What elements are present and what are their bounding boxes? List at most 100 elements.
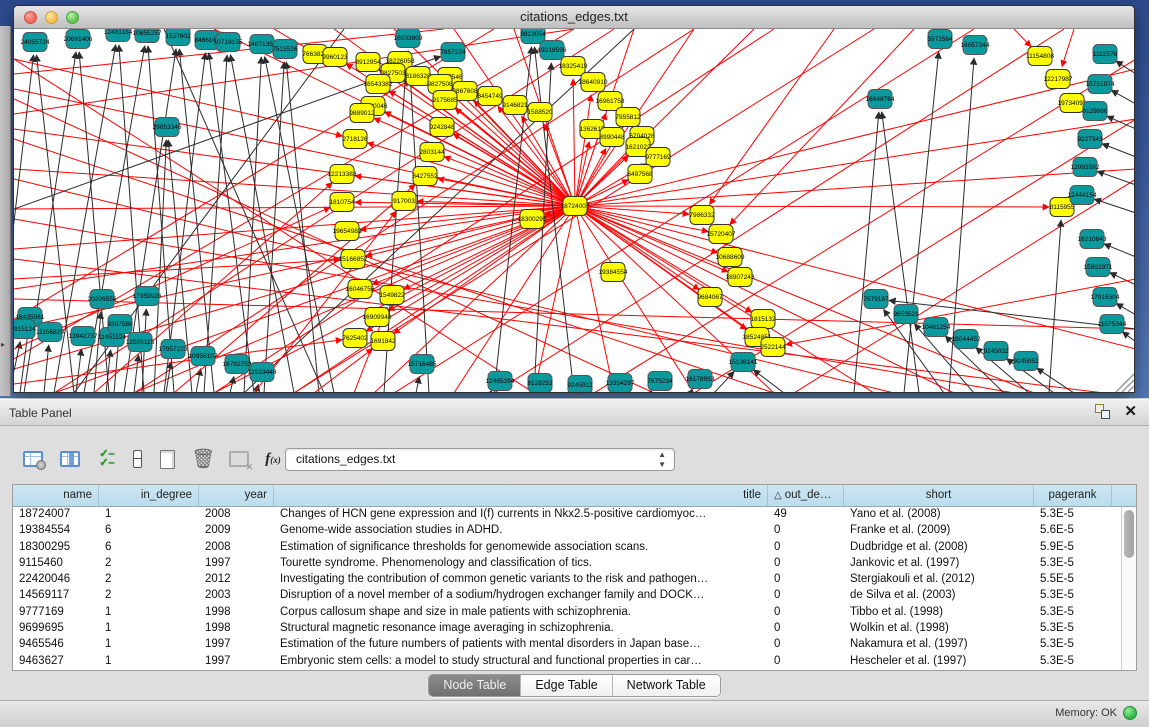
tab-node-table[interactable]: Node Table (429, 675, 521, 696)
network-node[interactable]: 13942737 (69, 327, 98, 346)
network-node[interactable]: 9146821 (502, 96, 528, 115)
network-node[interactable]: 15892971 (1084, 258, 1113, 277)
network-node[interactable]: 9175685 (432, 91, 458, 110)
column-header-title[interactable]: title (274, 485, 768, 506)
network-node[interactable]: 1815132 (750, 310, 776, 329)
table-row[interactable]: 946554611997Estimation of the future num… (13, 637, 1136, 653)
network-node[interactable]: 7679197 (863, 290, 889, 309)
network-node[interactable]: 10481254 (922, 318, 951, 337)
table-row[interactable]: 946362711997Embryonic stem cells: a mode… (13, 654, 1136, 670)
column-header-year[interactable]: year (199, 485, 274, 506)
network-node[interactable]: 10655257 (133, 29, 162, 43)
network-node[interactable]: 1549822 (379, 286, 405, 305)
column-header-name[interactable]: name (13, 485, 99, 506)
table-row[interactable]: 1872400712008Changes of HCN gene express… (13, 507, 1136, 523)
network-node[interactable]: 917003 (392, 192, 416, 211)
network-node[interactable]: 1527602 (165, 29, 191, 46)
network-node[interactable]: 16648784 (866, 90, 895, 109)
column-header-out_de[interactable]: △out_de… (768, 485, 844, 506)
network-node[interactable]: 8427552 (412, 167, 438, 186)
delete-table-icon[interactable] (224, 444, 254, 474)
network-node[interactable]: 12461184 (104, 29, 133, 42)
network-node[interactable]: 5972564 (927, 30, 953, 49)
table-row[interactable]: 969969511998Structural magnetic resonanc… (13, 621, 1136, 637)
table-row[interactable]: 911546021997Tourette syndrome. Phenomeno… (13, 556, 1136, 572)
network-node[interactable]: 18300295 (518, 210, 547, 229)
network-node[interactable]: 9889012 (349, 104, 375, 123)
network-node[interactable]: 9245012 (567, 376, 593, 393)
network-node[interactable]: 19654982 (333, 222, 362, 241)
network-node[interactable]: 9245032 (983, 342, 1009, 361)
table-row[interactable]: 1938455462009Genome-wide association stu… (13, 523, 1136, 539)
network-node[interactable]: 12093582 (1071, 158, 1100, 177)
network-node[interactable]: 10688609 (716, 248, 745, 267)
network-node[interactable]: 18907243 (726, 268, 755, 287)
network-node[interactable]: 2803144 (419, 143, 445, 162)
network-node[interactable]: 11156829 (36, 323, 64, 342)
network-node[interactable]: 29053346 (153, 118, 182, 137)
network-node[interactable]: 1112576 (1093, 45, 1118, 64)
network-node[interactable]: 9129966 (1082, 102, 1108, 121)
network-node[interactable]: 12923448 (248, 363, 277, 382)
table-row[interactable]: 1456911722003Disruption of a novel membe… (13, 588, 1136, 604)
network-node[interactable]: 18044452 (952, 330, 981, 349)
table-row[interactable]: 977716911998Corpus callosum shape and si… (13, 605, 1136, 621)
network-node[interactable]: 15166852 (339, 250, 368, 269)
network-node[interactable]: 9960123 (322, 48, 348, 67)
network-node[interactable]: 16543382 (364, 75, 393, 94)
network-node[interactable]: 8990448 (599, 128, 625, 147)
network-node[interactable]: 2522144 (760, 338, 786, 357)
network-node[interactable]: 19384554 (599, 263, 628, 282)
column-header-short[interactable]: short (844, 485, 1034, 506)
network-node[interactable]: 11154808 (1026, 47, 1054, 66)
tab-network-table[interactable]: Network Table (613, 675, 720, 696)
memory-indicator[interactable]: Memory: OK (1055, 706, 1137, 720)
network-node[interactable]: 20691406 (64, 30, 93, 49)
function-builder-icon[interactable]: f(x) (258, 444, 288, 474)
network-node[interactable]: 13354297 (606, 374, 635, 393)
table-scrollbar[interactable] (1121, 507, 1136, 670)
network-node[interactable]: 15136141 (729, 353, 758, 372)
network-node[interactable]: 17016504 (1091, 288, 1120, 307)
network-node[interactable]: 15716485 (408, 355, 437, 374)
network-node[interactable]: 10719155 (214, 33, 243, 52)
column-header-in_degree[interactable]: in_degree (99, 485, 199, 506)
network-node[interactable]: 8454749 (477, 87, 503, 106)
network-node[interactable]: 1588520 (527, 103, 553, 122)
network-node[interactable]: 9777169 (645, 148, 671, 167)
network-node[interactable]: 7515526 (272, 40, 298, 59)
table-row[interactable]: 1830029562008Estimation of significance … (13, 540, 1136, 556)
column-header-pagerank[interactable]: pagerank (1034, 485, 1112, 506)
column-visibility-icon[interactable] (55, 444, 85, 474)
float-panel-icon[interactable] (1095, 404, 1110, 419)
network-node[interactable]: 7675234 (647, 372, 673, 391)
network-node[interactable]: 9853521 (893, 305, 919, 324)
network-node[interactable]: 9397588 (107, 315, 133, 334)
network-node[interactable]: 7986332 (689, 206, 715, 225)
network-node[interactable]: 15751074 (1086, 75, 1115, 94)
network-node[interactable]: 16210643 (1078, 230, 1107, 249)
tab-edge-table[interactable]: Edge Table (521, 675, 612, 696)
network-node[interactable]: 8912954 (355, 53, 381, 72)
table-row[interactable]: 2242004622012Investigating the contribut… (13, 572, 1136, 588)
rows-icon[interactable] (122, 444, 152, 474)
scrollbar-thumb[interactable] (1124, 510, 1134, 558)
network-node[interactable]: 12213383 (328, 165, 357, 184)
network-node[interactable]: 6497568 (627, 165, 653, 184)
table-selector-dropdown[interactable]: citations_edges.txt ▲▼ (285, 448, 675, 471)
network-node[interactable]: 9245052 (1013, 352, 1039, 371)
network-node[interactable]: 7625402 (342, 329, 368, 348)
network-node[interactable]: 12505115 (126, 333, 155, 352)
network-node[interactable]: 2718126 (342, 130, 368, 149)
network-node[interactable]: 1691842 (370, 332, 396, 351)
resize-grip-icon[interactable] (1116, 374, 1134, 392)
network-node[interactable]: 18640910 (579, 73, 608, 92)
network-node[interactable]: 20206556 (88, 290, 117, 309)
network-node[interactable]: 11675344 (1098, 315, 1127, 334)
network-node[interactable]: 16033809 (394, 29, 423, 48)
network-node[interactable]: 3915124 (14, 320, 36, 339)
network-node[interactable]: 18724007 (561, 197, 590, 216)
network-node[interactable]: 16057344 (961, 36, 990, 55)
network-node[interactable]: 9227343 (1077, 130, 1103, 149)
delete-column-icon[interactable]: 🗑 (188, 444, 218, 474)
